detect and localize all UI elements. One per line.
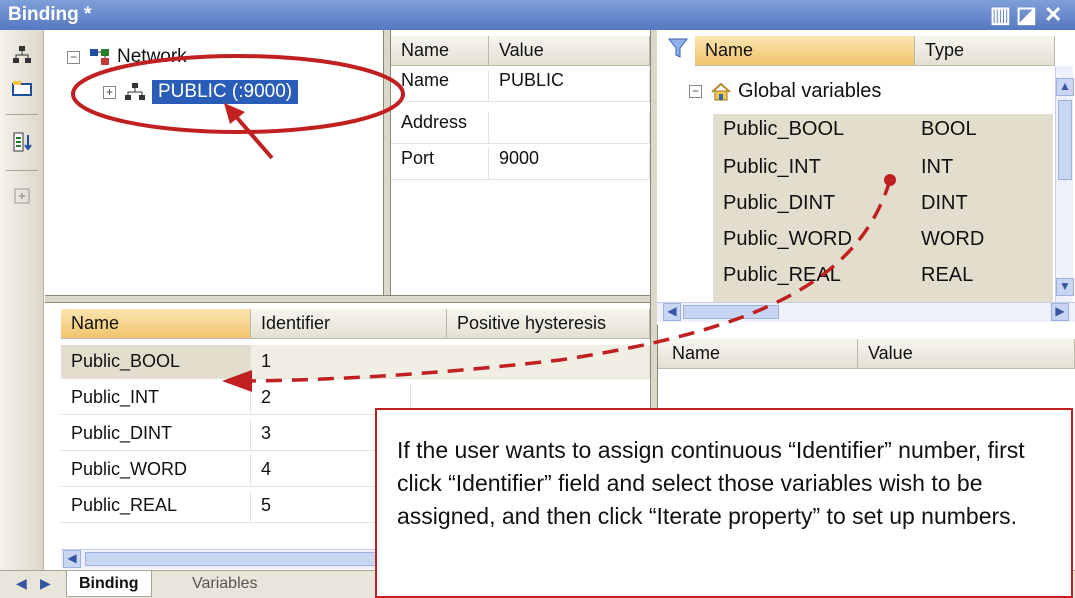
- drag-path: [247, 179, 892, 383]
- drag-arrowhead: [222, 370, 252, 392]
- pointer-arrow: [230, 110, 274, 160]
- instruction-callout: If the user wants to assign continuous “…: [375, 408, 1073, 598]
